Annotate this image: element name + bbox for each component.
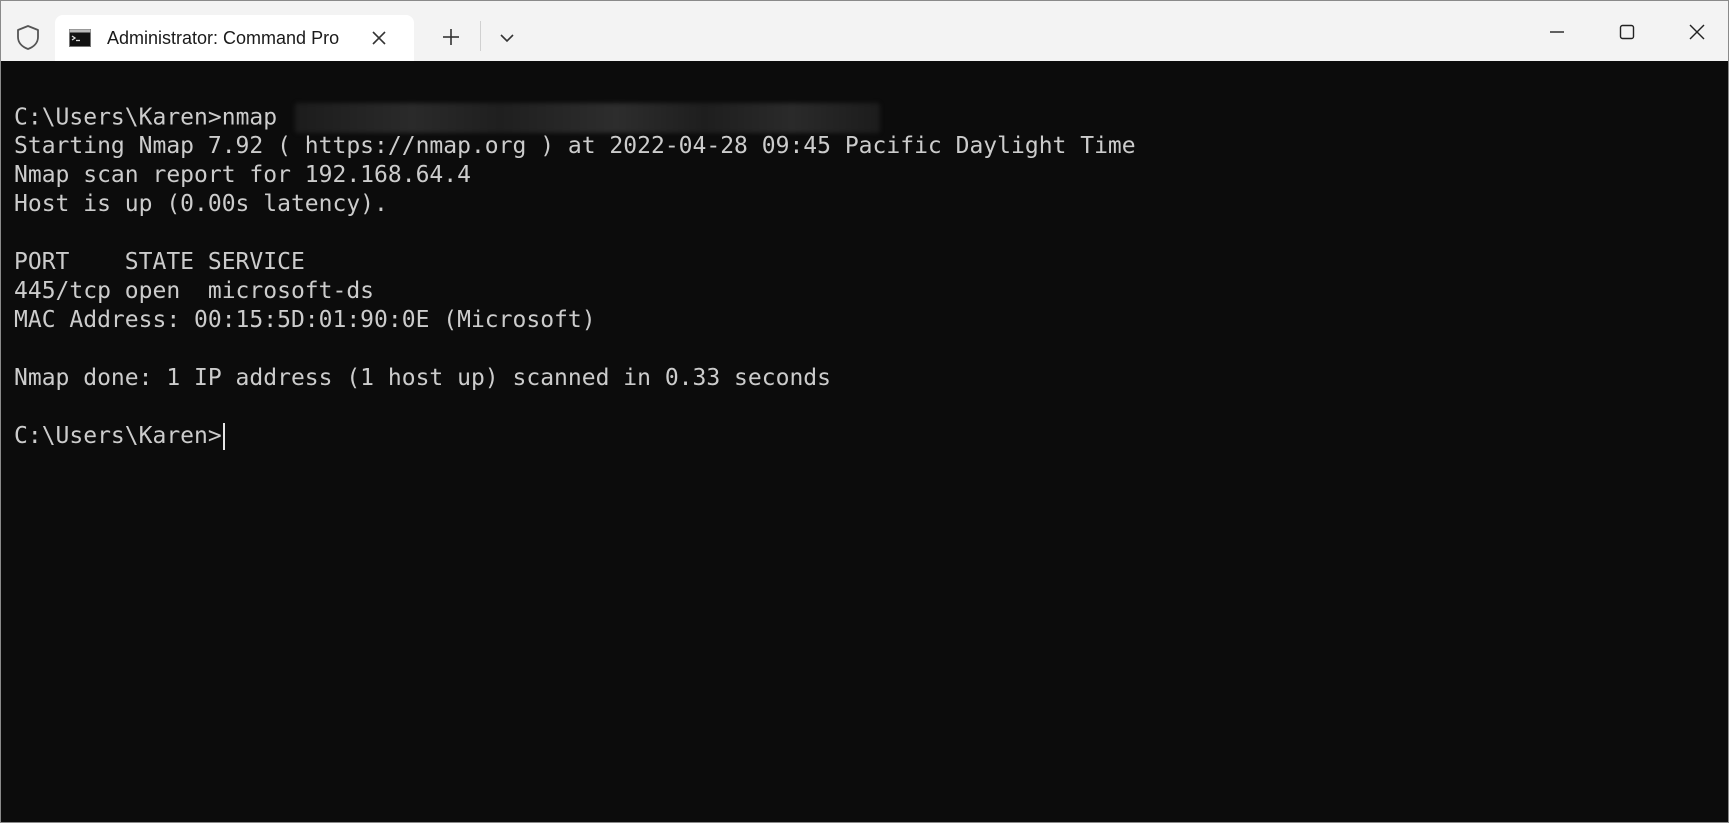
title-bar[interactable]: Administrator: Command Pro (1, 1, 1728, 61)
terminal-output[interactable]: C:\Users\Karen>nmap Starting Nmap 7.92 (… (1, 61, 1728, 822)
close-icon[interactable] (368, 27, 390, 49)
tab-title: Administrator: Command Pro (107, 28, 340, 48)
maximize-button[interactable] (1592, 1, 1662, 61)
tab-command-prompt[interactable]: Administrator: Command Pro (55, 15, 414, 61)
prompt: C:\Users\Karen> (14, 104, 222, 131)
maximize-icon (1619, 24, 1635, 40)
output-line: Starting Nmap 7.92 ( https://nmap.org ) … (14, 133, 1136, 159)
terminal-window: Administrator: Command Pro C:\Users\Kare… (0, 0, 1729, 823)
tab-divider (480, 21, 481, 51)
output-line: Nmap scan report for 192.168.64.4 (14, 162, 471, 188)
output-line: Nmap done: 1 IP address (1 host up) scan… (14, 365, 831, 391)
command-line: C:\Users\Karen>nmap (14, 103, 880, 133)
close-icon (1689, 24, 1705, 40)
command-prompt-icon (69, 29, 91, 47)
redacted-target (294, 103, 880, 133)
plus-icon[interactable] (436, 25, 466, 49)
shield-icon (17, 25, 39, 50)
chevron-down-icon[interactable] (493, 27, 521, 49)
minimize-button[interactable] (1522, 1, 1592, 61)
output-line: 445/tcp open microsoft-ds (14, 278, 375, 304)
command: nmap (221, 104, 291, 131)
prompt: C:\Users\Karen> (14, 423, 222, 449)
text-cursor (222, 423, 225, 450)
output-line: PORT STATE SERVICE (14, 249, 305, 275)
minimize-icon (1550, 31, 1564, 33)
output-line: Host is up (0.00s latency). (14, 191, 388, 217)
output-line: MAC Address: 00:15:5D:01:90:0E (Microsof… (14, 307, 596, 333)
current-prompt-line[interactable]: C:\Users\Karen> (14, 422, 225, 451)
close-window-button[interactable] (1662, 1, 1728, 61)
